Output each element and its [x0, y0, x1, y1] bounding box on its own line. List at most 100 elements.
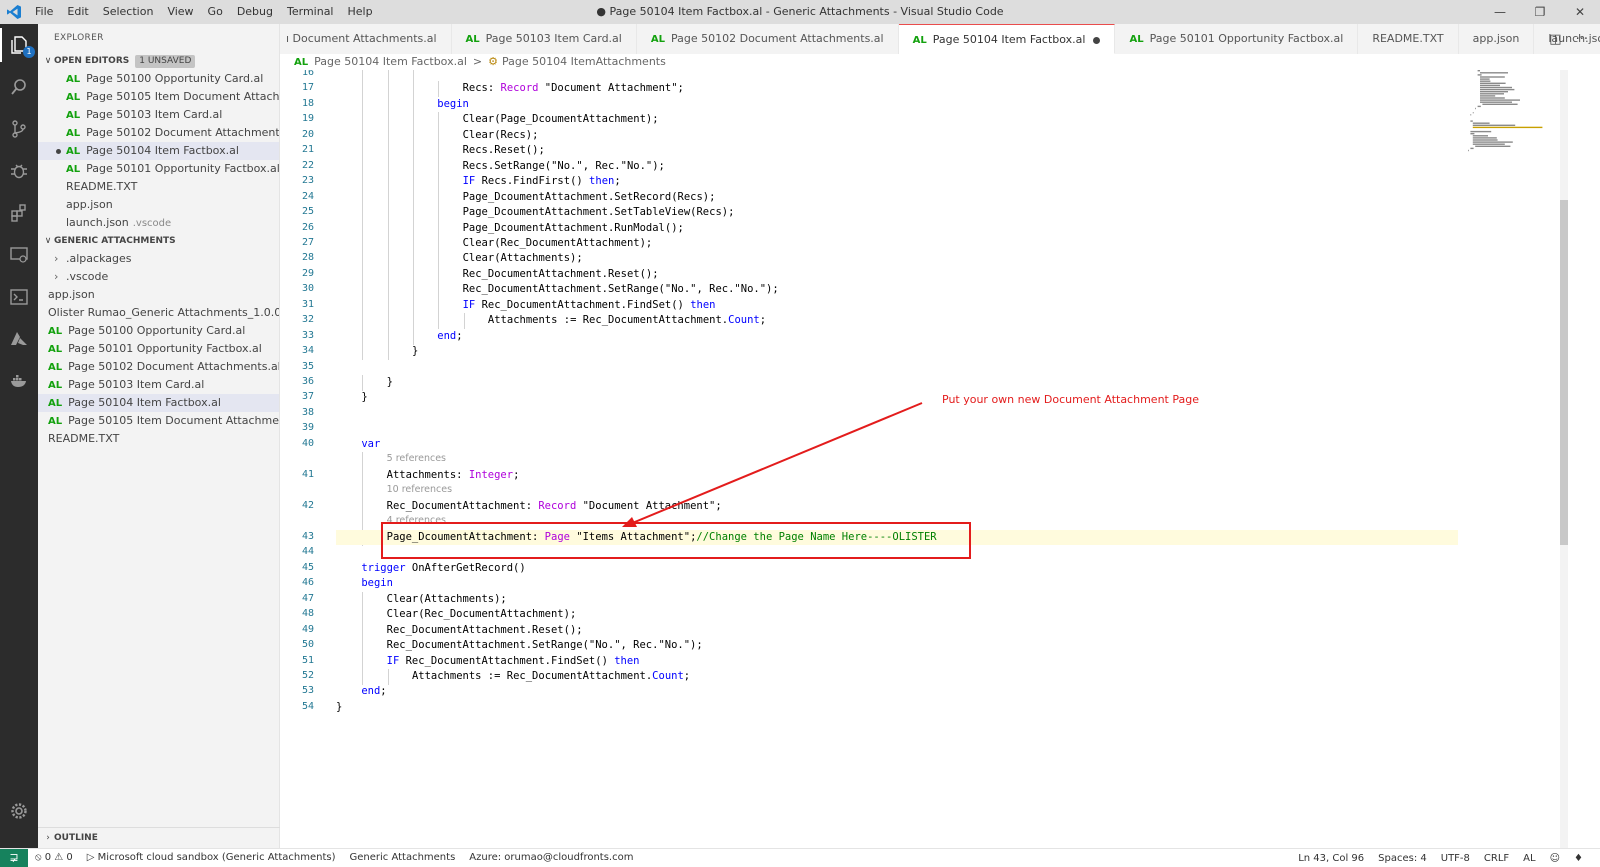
docker-icon[interactable] — [0, 364, 38, 398]
explorer-icon[interactable]: 1 — [0, 28, 38, 62]
editor-tab[interactable]: AL Page 50104 Item Factbox.al — [898, 24, 1116, 54]
open-editor-item[interactable]: README.TXT — [38, 178, 279, 196]
minimap-line — [1480, 72, 1508, 74]
editor-tab[interactable]: AL Page 50102 Document Attachments.al — [637, 24, 899, 54]
open-editor-item[interactable]: app.json — [38, 196, 279, 214]
line-number: 37 — [301, 391, 314, 403]
code-token: ; — [513, 468, 520, 481]
indentation-status[interactable]: Spaces: 4 — [1371, 853, 1434, 864]
code-token: Page_DcoumentAttachment.SetRecord(Recs); — [462, 190, 716, 203]
problems-indicator[interactable]: ⦸ 0 ⚠ 0 — [28, 852, 80, 863]
menu-item-help[interactable]: Help — [341, 0, 380, 24]
indent-guide — [362, 235, 364, 252]
file-tree-item[interactable]: AL Page 50102 Document Attachments.al — [38, 358, 279, 376]
minimize-icon[interactable]: — — [1480, 0, 1520, 24]
codelens-references[interactable]: 10 references — [387, 484, 452, 495]
file-tree-item[interactable]: app.json — [38, 286, 279, 304]
remote-indicator-icon[interactable]: ⋥ — [0, 848, 28, 867]
terminal-icon[interactable] — [0, 280, 38, 314]
open-editor-item[interactable]: AL Page 50103 Item Card.al — [38, 106, 279, 124]
scrollbar-thumb[interactable] — [1560, 200, 1568, 545]
breadcrumb-symbol[interactable]: Page 50104 ItemAttachments — [502, 55, 666, 68]
file-tree-item[interactable]: AL Page 50104 Item Factbox.al — [38, 394, 279, 412]
menu-item-terminal[interactable]: Terminal — [280, 0, 341, 24]
indent-guide — [387, 174, 389, 191]
file-tree-item[interactable]: › .vscode — [38, 268, 279, 286]
minimap-line — [1480, 82, 1506, 84]
file-tree-item[interactable]: AL Page 50103 Item Card.al — [38, 376, 279, 394]
minimap-line — [1480, 84, 1500, 87]
project-status[interactable]: Generic Attachments — [342, 852, 462, 863]
minimap-line — [1480, 91, 1508, 93]
open-editors-header[interactable]: ∨ OPEN EDITORS 1 UNSAVED — [38, 52, 279, 70]
minimap[interactable] — [1460, 70, 1560, 848]
editor-tab[interactable]: ı Document Attachments.al — [280, 24, 452, 54]
code-token: Rec_DocumentAttachment.SetRange("No.", R… — [386, 639, 703, 652]
remote-explorer-icon[interactable] — [0, 238, 38, 272]
line-number: 26 — [301, 221, 314, 233]
type-token: Record — [538, 499, 577, 512]
feedback-smiley-icon[interactable]: ☺ — [1543, 853, 1567, 864]
restore-icon[interactable]: ❐ — [1520, 0, 1560, 24]
account-status[interactable]: Azure: orumao@cloudfronts.com — [462, 852, 640, 863]
search-icon[interactable] — [0, 70, 38, 104]
file-tree-item[interactable]: Olister Rumao_Generic Attachments_1.0.0.… — [38, 304, 279, 322]
code-line: Rec_DocumentAttachment.SetRange("No.", R… — [387, 638, 703, 653]
settings-gear-icon[interactable] — [0, 794, 38, 828]
line-number: 53 — [301, 685, 314, 697]
more-actions-icon[interactable]: ··· — [1576, 32, 1588, 47]
menu-item-view[interactable]: View — [160, 0, 200, 24]
extensions-icon[interactable] — [0, 196, 38, 230]
environment-status[interactable]: ▷ Microsoft cloud sandbox (Generic Attac… — [80, 852, 343, 863]
open-editor-item[interactable]: AL Page 50100 Opportunity Card.al — [38, 70, 279, 88]
split-editor-icon[interactable]: ◫ — [1549, 32, 1561, 47]
codelens-references[interactable]: 5 references — [387, 453, 446, 464]
al-file-icon: AL — [912, 35, 927, 46]
unsaved-dot-icon[interactable] — [56, 149, 61, 154]
notifications-bell-icon[interactable]: ♦ — [1567, 853, 1590, 864]
menu-item-edit[interactable]: Edit — [60, 0, 95, 24]
open-editor-item[interactable]: AL Page 50105 Item Document Attachmen... — [38, 88, 279, 106]
file-tree-item[interactable]: AL Page 50105 Item Document Attachments.a… — [38, 412, 279, 430]
file-tree-item[interactable]: › .alpackages — [38, 250, 279, 268]
indent-guide — [362, 158, 364, 175]
unsaved-dot-icon[interactable] — [1093, 36, 1101, 44]
menu-item-debug[interactable]: Debug — [230, 0, 280, 24]
open-editor-item[interactable]: AL Page 50102 Document Attachments.al — [38, 124, 279, 142]
eol-status[interactable]: CRLF — [1477, 853, 1516, 864]
code-editor[interactable]: 16 var 17 Recs: Record "Document Attachment… — [280, 70, 1560, 848]
editor-tab[interactable]: AL Page 50103 Item Card.al — [452, 24, 637, 54]
file-tree-item[interactable]: AL Page 50101 Opportunity Factbox.al — [38, 340, 279, 358]
editor-tab[interactable]: app.json — [1459, 24, 1535, 54]
file-tree-item[interactable]: AL Page 50100 Opportunity Card.al — [38, 322, 279, 340]
indent-guide — [362, 375, 364, 391]
outline-header[interactable]: › OUTLINE — [38, 827, 283, 848]
code-line: trigger OnAfterGetRecord() — [361, 561, 525, 576]
line-number: 46 — [301, 577, 314, 589]
debug-icon[interactable] — [0, 154, 38, 188]
menu-item-selection[interactable]: Selection — [96, 0, 161, 24]
indent-guide — [412, 266, 414, 283]
open-editor-label: Page 50100 Opportunity Card.al — [86, 72, 264, 85]
editor-tab[interactable]: AL Page 50101 Opportunity Factbox.al — [1115, 24, 1359, 54]
open-editor-item[interactable]: launch.json .vscode — [38, 214, 279, 232]
source-control-icon[interactable] — [0, 112, 38, 146]
open-editor-item[interactable]: AL Page 50104 Item Factbox.al — [38, 142, 279, 160]
encoding-status[interactable]: UTF-8 — [1434, 853, 1477, 864]
editor-tab[interactable]: README.TXT — [1358, 24, 1459, 54]
line-number: 30 — [301, 283, 314, 295]
minimap-line — [1475, 107, 1476, 110]
al-file-icon: AL — [48, 380, 63, 391]
indent-guide — [362, 297, 364, 314]
breadcrumb-file[interactable]: Page 50104 Item Factbox.al — [314, 55, 467, 68]
close-icon[interactable]: ✕ — [1560, 0, 1600, 24]
menu-item-go[interactable]: Go — [201, 0, 230, 24]
language-mode[interactable]: AL — [1516, 853, 1542, 864]
file-tree-item[interactable]: README.TXT — [38, 430, 279, 448]
menu-item-file[interactable]: File — [28, 0, 60, 24]
cursor-position[interactable]: Ln 43, Col 96 — [1291, 853, 1371, 864]
azure-icon[interactable] — [0, 322, 38, 356]
code-token: Rec_DocumentAttachment.Reset(); — [462, 267, 659, 280]
open-editor-item[interactable]: AL Page 50101 Opportunity Factbox.al — [38, 160, 279, 178]
folder-header[interactable]: ∨ GENERIC ATTACHMENTS — [38, 232, 279, 250]
